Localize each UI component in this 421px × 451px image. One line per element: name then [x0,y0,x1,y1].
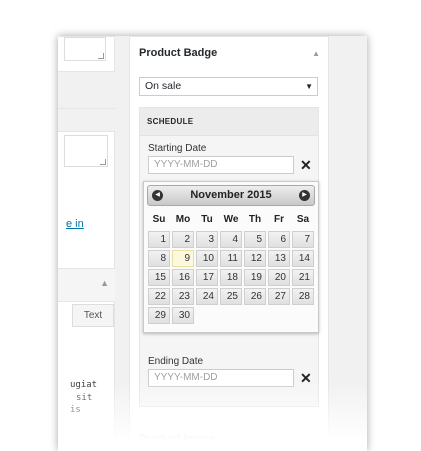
calendar-day[interactable]: 26 [244,288,266,305]
left-panel-header [58,109,115,132]
next-month-icon[interactable]: ▶ [299,190,310,201]
calendar-day[interactable]: 7 [292,231,314,248]
calendar-day[interactable]: 6 [268,231,290,248]
left-panel-excerpt: e in [58,108,115,288]
learn-more-link[interactable]: e in [66,218,84,230]
calendar-day[interactable]: 2 [172,231,194,248]
week-row: 22 23 24 25 26 27 28 [147,287,315,306]
weekday-label: Sa [296,214,310,225]
weekday-label: We [223,214,239,225]
left-textarea-top[interactable] [64,37,106,61]
empty-cell [267,306,291,325]
calendar-day[interactable]: 8 [148,250,170,267]
calendar-day[interactable]: 23 [172,288,194,305]
calendar-day[interactable]: 5 [244,231,266,248]
week-row: 15 16 17 18 19 20 21 [147,268,315,287]
calendar-day-today[interactable]: 9 [172,250,194,267]
panel-title: Product Badge [139,47,218,59]
collapse-arrow-icon[interactable]: ▲ [312,436,320,445]
weekday-label: Su [152,214,166,225]
week-row: 1234567 [147,230,315,249]
calendar-day[interactable]: 12 [244,250,266,267]
collapse-arrow-icon[interactable]: ▲ [312,49,320,58]
admin-screenshot: e in ▲ Text ugiat sit is Product Badge ▲… [58,36,367,451]
empty-cell [219,306,243,325]
calendar-day[interactable]: 19 [244,269,266,286]
week-row: 29 30 [147,306,315,325]
collapse-arrow-icon[interactable]: ▲ [100,278,109,288]
starting-date-label: Starting Date [148,143,207,154]
left-panel-top [58,36,115,72]
calendar-day[interactable]: 15 [148,269,170,286]
ending-date-input[interactable]: YYYY-MM-DD [148,369,294,387]
calendar-day[interactable]: 24 [196,288,218,305]
calendar-day[interactable]: 22 [148,288,170,305]
month-title: November 2015 [190,189,272,201]
weekday-row: Su Mo Tu We Th Fr Sa [147,210,315,230]
calendar-day[interactable]: 21 [292,269,314,286]
calendar-day[interactable]: 29 [148,307,170,324]
chevron-down-icon: ▼ [305,82,313,91]
calendar-day[interactable]: 4 [220,231,242,248]
calendar-day[interactable]: 1 [148,231,170,248]
calendar-day[interactable]: 3 [196,231,218,248]
calendar-day[interactable]: 14 [292,250,314,267]
calendar-day[interactable]: 30 [172,307,194,324]
calendar-day[interactable]: 20 [268,269,290,286]
weekday-label: Th [248,214,262,225]
left-panel-editor: ▲ Text ugiat sit is [58,268,115,451]
calendar-grid: Su Mo Tu We Th Fr Sa 1 2 3 4 5 6 7 8 9 10 11 12 13 14 15 16 17 1… [147,210,315,325]
calendar-day[interactable]: 28 [292,288,314,305]
calendar-day[interactable]: 10 [196,250,218,267]
datepicker-header: ◀ November 2015 ▶ [147,185,315,206]
weekday-label: Fr [274,214,284,225]
left-column: e in ▲ Text ugiat sit is [58,36,115,451]
empty-cell [243,306,267,325]
weekday-label: Mo [175,214,191,225]
clear-ending-date-icon[interactable]: ✕ [300,370,312,387]
calendar-day[interactable]: 18 [220,269,242,286]
product-image-title: Product Image [139,433,216,445]
code-line: is [70,405,81,415]
week-row: 8 9 10 11 12 13 14 [147,249,315,268]
schedule-header: SCHEDULE [140,108,318,136]
calendar-day[interactable]: 27 [268,288,290,305]
left-editor-header: ▲ [58,269,115,302]
clear-starting-date-icon[interactable]: ✕ [300,157,312,174]
badge-select[interactable]: On sale ▼ [139,77,318,96]
left-textarea-middle[interactable] [64,135,108,167]
calendar-day[interactable]: 13 [268,250,290,267]
ending-date-label: Ending Date [148,356,204,367]
schedule-title: SCHEDULE [147,117,194,126]
code-line: ugiat [70,380,98,390]
empty-cell [195,306,219,325]
weekday-label: Tu [201,214,213,225]
select-value: On sale [145,80,182,92]
calendar-day[interactable]: 25 [220,288,242,305]
text-tab[interactable]: Text [72,304,114,327]
code-line: sit [76,393,93,403]
empty-cell [291,306,315,325]
datepicker: ◀ November 2015 ▶ Su Mo Tu We Th Fr Sa 1 2 3 4 5 6 7 8… [143,181,319,333]
starting-date-input[interactable]: YYYY-MM-DD [148,156,294,174]
calendar-day[interactable]: 11 [220,250,242,267]
calendar-day[interactable]: 17 [196,269,218,286]
calendar-day[interactable]: 16 [172,269,194,286]
